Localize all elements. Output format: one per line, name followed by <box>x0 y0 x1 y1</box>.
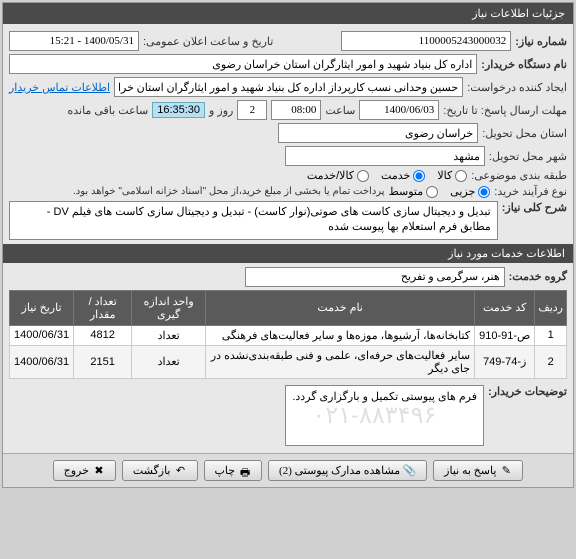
exit-icon: ✖ <box>93 464 105 476</box>
table-cell: 1 <box>535 325 567 345</box>
desc-label: شرح کلی نیاز: <box>502 201 567 214</box>
reply-button[interactable]: ✎ پاسخ به نیاز <box>433 460 523 481</box>
table-cell: تعداد <box>132 345 206 378</box>
table-header: واحد اندازه گیری <box>132 290 206 325</box>
creator-label: ایجاد کننده درخواست: <box>467 81 567 94</box>
table-cell: 2 <box>535 345 567 378</box>
subject-radio-group: کالا خدمت کالا/خدمت <box>307 169 467 182</box>
radio-service[interactable]: خدمت <box>381 169 425 182</box>
table-header: کد خدمت <box>475 290 535 325</box>
subject-type-label: طبقه بندی موضوعی: <box>471 169 567 182</box>
announce-input[interactable] <box>9 31 139 51</box>
group-input[interactable] <box>245 267 505 287</box>
group-label: گروه خدمت: <box>509 270 567 283</box>
province-label: استان محل تحویل: <box>482 127 567 140</box>
services-subheader: اطلاعات خدمات مورد نیاز <box>3 244 573 263</box>
remain-label: ساعت باقی مانده <box>67 104 148 117</box>
process-note: پرداخت تمام یا بخشی از مبلغ خرید،از محل … <box>73 186 385 197</box>
services-table: ردیفکد خدمتنام خدمتواحد اندازه گیریتعداد… <box>9 290 567 379</box>
radio-medium[interactable]: متوسط <box>389 185 439 198</box>
deadline-date-input[interactable] <box>359 100 439 120</box>
radio-small[interactable]: جزیی <box>450 185 490 198</box>
deadline-time-input[interactable] <box>271 100 321 120</box>
deadline-label: مهلت ارسال پاسخ: تا تاریخ: <box>443 104 567 117</box>
reply-icon: ✎ <box>500 464 512 476</box>
buyer-notes-box: فرم های پیوستی تکمیل و بارگزاری گردد. ۰۲… <box>285 385 484 446</box>
print-button[interactable]: 🖶 چاپ <box>204 460 263 481</box>
province-input[interactable] <box>278 123 478 143</box>
table-cell: سایر فعالیت‌های حرفه‌ای، علمی و فنی طبقه… <box>206 345 475 378</box>
exit-button[interactable]: ✖ خروج <box>53 460 116 481</box>
back-button[interactable]: ↶ بازگشت <box>122 460 198 481</box>
process-label: نوع فرآیند خرید: <box>494 185 567 198</box>
table-cell: 2151 <box>74 345 132 378</box>
days-input[interactable] <box>237 100 267 120</box>
table-cell: ص-91-910 <box>475 325 535 345</box>
main-panel: جزئیات اطلاعات نیاز شماره نیاز: تاریخ و … <box>2 2 574 488</box>
button-bar: ✎ پاسخ به نیاز 📎 مشاهده مدارک پیوستی (2)… <box>3 453 573 487</box>
buyer-notes-label: توضیحات خریدار: <box>488 385 567 398</box>
form-body: شماره نیاز: تاریخ و ساعت اعلان عمومی: نا… <box>3 24 573 453</box>
process-radio-group: جزیی متوسط <box>389 185 491 198</box>
print-icon: 🖶 <box>239 464 251 476</box>
table-cell: کتابخانه‌ها، آرشیوها، موزه‌ها و سایر فعا… <box>206 325 475 345</box>
table-cell: ز-74-749 <box>475 345 535 378</box>
remaining-time: 16:35:30 <box>152 102 205 118</box>
table-header: تعداد / مقدار <box>74 290 132 325</box>
table-cell: 4812 <box>74 325 132 345</box>
table-cell: تعداد <box>132 325 206 345</box>
table-header: تاریخ نیاز <box>10 290 74 325</box>
city-input[interactable] <box>285 146 485 166</box>
req-no-input[interactable] <box>341 31 511 51</box>
panel-title: جزئیات اطلاعات نیاز <box>3 3 573 24</box>
table-cell: 1400/06/31 <box>10 325 74 345</box>
buyer-notes-text: فرم های پیوستی تکمیل و بارگزاری گردد. <box>292 390 477 403</box>
table-header: نام خدمت <box>206 290 475 325</box>
radio-both[interactable]: کالا/خدمت <box>307 169 369 182</box>
table-row[interactable]: 1ص-91-910کتابخانه‌ها، آرشیوها، موزه‌ها و… <box>10 325 567 345</box>
radio-goods[interactable]: کالا <box>437 169 467 182</box>
description-box: تبدیل و دیجیتال سازی کاست های صوتی(نوار … <box>9 201 498 240</box>
table-row[interactable]: 2ز-74-749سایر فعالیت‌های حرفه‌ای، علمی و… <box>10 345 567 378</box>
creator-input[interactable] <box>114 77 463 97</box>
buyer-label: نام دستگاه خریدار: <box>481 58 567 71</box>
req-no-label: شماره نیاز: <box>515 35 567 48</box>
attachment-icon: 📎 <box>404 464 416 476</box>
table-header: ردیف <box>535 290 567 325</box>
contact-link[interactable]: اطلاعات تماس خریدار <box>9 81 110 94</box>
back-icon: ↶ <box>175 464 187 476</box>
days-label: روز و <box>209 104 233 117</box>
watermark-text: ۰۲۱-۸۸۳۴۹۶ <box>312 403 436 430</box>
attachments-button[interactable]: 📎 مشاهده مدارک پیوستی (2) <box>268 460 427 481</box>
announce-label: تاریخ و ساعت اعلان عمومی: <box>143 35 273 48</box>
time-label-1: ساعت <box>325 104 355 117</box>
city-label: شهر محل تحویل: <box>489 150 567 163</box>
table-cell: 1400/06/31 <box>10 345 74 378</box>
buyer-input[interactable] <box>9 54 477 74</box>
